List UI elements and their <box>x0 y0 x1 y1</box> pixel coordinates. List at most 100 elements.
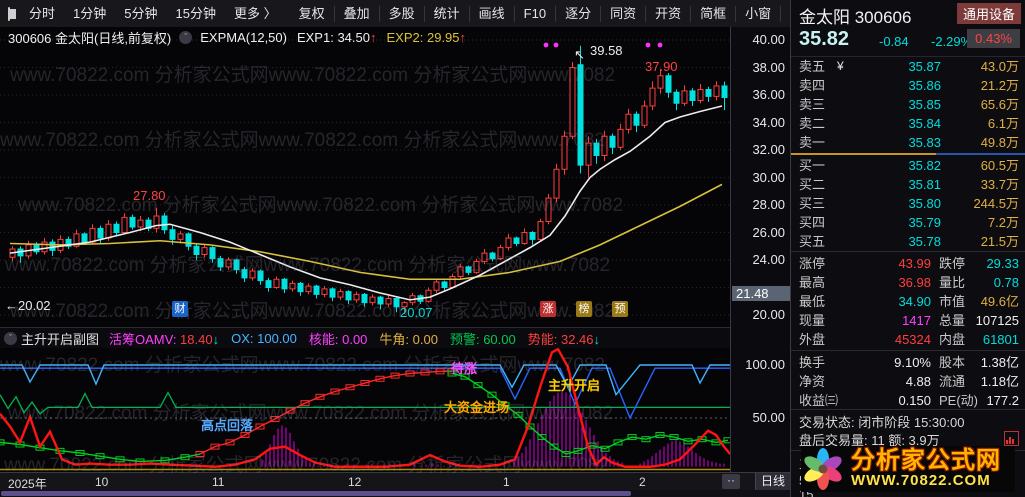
stat-row-2: 最低 34.90 市值 49.6亿 <box>791 292 1025 311</box>
up-arrow-icon: ↑ <box>370 30 377 45</box>
signal-label-0: 待涨 <box>451 361 478 376</box>
menu-tool-5[interactable]: F10 <box>515 1 555 27</box>
indicator-value: 32.46 <box>560 331 594 347</box>
window-icon[interactable] <box>8 6 16 21</box>
more-periods-button[interactable]: ·· <box>722 474 740 489</box>
chevron-down-icon[interactable]: ˇ <box>179 31 193 44</box>
menu-tool-10[interactable]: 小窗 <box>736 1 780 27</box>
indicator-label: 牛角: <box>379 331 413 347</box>
stat-label: 股本 <box>939 355 966 370</box>
ask-row-1[interactable]: 卖一 35.83 49.8万 <box>791 133 1025 152</box>
ask-row-4[interactable]: 卖四 35.86 21.2万 <box>791 76 1025 95</box>
price-change-pct: -2.29% <box>931 34 973 49</box>
bid-row-2[interactable]: 买二 35.81 33.7万 <box>791 175 1025 194</box>
chart-title: 300606 金太阳(日线,前复权) <box>8 31 172 46</box>
ratio-row-0: 换手 9.10% 股本 1.38亿 <box>791 353 1025 372</box>
price-summary-row: 35.82 -0.84 -2.29% 0.43% <box>791 26 1025 57</box>
sub-indicator-item-5: 势能: 32.46↓ <box>528 329 600 348</box>
trade-status: 交易状态: 闭市阶段 15:30:00 <box>799 415 965 430</box>
menu-tool-8[interactable]: 开资 <box>646 1 690 27</box>
stat-label: 市值 <box>939 294 966 309</box>
price-annotation: ↖ <box>574 47 585 62</box>
bid-ask-ratio-bar <box>791 153 1025 155</box>
chart-title-bar: 300606 金太阳(日线,前复权) ˇ EXPMA(12,50) EXP1: … <box>0 27 730 48</box>
indicator-label: 势能: <box>527 331 561 347</box>
menu-item-4[interactable]: 更多 〉 <box>225 1 286 27</box>
down-arrow-icon: ↓ <box>212 331 220 347</box>
quote-panel: 金太阳 300606 通用设备 35.82 -0.84 -2.29% 0.43%… <box>790 0 1025 497</box>
menu-tool-7[interactable]: 同资 <box>601 1 645 27</box>
chart-tag-badge-1[interactable]: 涨 <box>540 301 556 317</box>
sub-indicator-chart[interactable]: 待涨 主升开启 大资金进场 高点回落 <box>0 347 730 472</box>
logo-text: 分析家公式网 <box>851 447 1001 474</box>
level-price: 35.83 <box>908 135 941 150</box>
price-axis-label: 32.00 <box>752 142 785 157</box>
sub-indicator-item-0: 活筹OAMV: 18.40↓ <box>109 329 219 348</box>
signal-label-3: 高点回落 <box>201 418 254 433</box>
indicator-axis-label: 100.00 <box>745 357 785 372</box>
bid-row-4[interactable]: 买四 35.79 7.2万 <box>791 213 1025 232</box>
menu-item-2[interactable]: 5分钟 <box>115 1 166 27</box>
time-axis-label: 12 <box>348 475 362 489</box>
menu-tool-6[interactable]: 逐分 <box>556 1 600 27</box>
ask-row-5[interactable]: 卖五 ¥35.87 43.0万 <box>791 57 1025 76</box>
stat-value: 0.150 <box>898 393 931 408</box>
scrollbar-thumb[interactable] <box>1 491 631 496</box>
menu-tool-2[interactable]: 多股 <box>380 1 424 27</box>
price-axis-label: 20.00 <box>752 307 785 322</box>
ratio-row-2: 收益㈢ 0.150 PE(动) 177.2 <box>791 391 1025 410</box>
bid-row-3[interactable]: 买三 35.80 244.5万 <box>791 194 1025 213</box>
menu-tool-9[interactable]: 简框 <box>691 1 735 27</box>
bid-row-5[interactable]: 买五 35.78 21.5万 <box>791 232 1025 251</box>
level-volume: 49.8万 <box>980 135 1019 150</box>
down-arrow-icon: ↓ <box>593 331 601 347</box>
chart-tag-badge-0[interactable]: 财 <box>172 301 188 317</box>
menu-tool-3[interactable]: 统计 <box>425 1 469 27</box>
level-volume: 21.5万 <box>980 234 1019 249</box>
stat-label: 跌停 <box>939 256 966 271</box>
stat-label: 量比 <box>939 275 966 290</box>
period-daily-button[interactable]: 日线 <box>755 473 790 490</box>
indicator-name: EXPMA(12,50) <box>200 30 287 45</box>
industry-button[interactable]: 通用设备 <box>956 3 1021 24</box>
stat-value: 1.18亿 <box>980 374 1019 389</box>
chart-tag-badge-2[interactable]: 榜 <box>576 301 592 317</box>
level-volume: 43.0万 <box>980 59 1019 74</box>
price-axis-label: 38.00 <box>752 59 785 75</box>
level-price: 35.80 <box>908 196 941 211</box>
level-volume: 33.7万 <box>980 177 1019 192</box>
sub-indicator-item-2: 核能: 0.00 <box>309 329 368 348</box>
menu-tool-1[interactable]: 叠加 <box>335 1 379 27</box>
stat-value: 1417 <box>902 313 931 328</box>
time-axis-label: 1 <box>503 475 510 489</box>
ask-row-2[interactable]: 卖二 35.84 6.1万 <box>791 114 1025 133</box>
chevron-down-icon[interactable]: ˇ <box>4 331 17 345</box>
time-axis-label: 2 <box>639 475 646 489</box>
menu-tool-0[interactable]: 复权 <box>290 1 334 27</box>
price-axis: 40.00 38.00 36.00 34.00 32.00 30.00 28.00 26.00… <box>730 27 791 472</box>
level-price: 35.78 <box>908 234 941 249</box>
analyst-formula-site-logo[interactable]: 分析家公式网 WWW.70822.COM <box>801 446 1015 492</box>
chart-tag-badge-3[interactable]: 预 <box>612 301 628 317</box>
menu-item-0[interactable]: 分时 <box>20 1 64 27</box>
price-annotation: 37.90 <box>645 59 678 74</box>
stock-app-window: 分时1分钟5分钟15分钟更多 〉复权叠加多股统计画线F10逐分同资开资简框小窗标… <box>0 0 1025 497</box>
ratio-row-1: 净资 4.88 流通 1.18亿 <box>791 372 1025 391</box>
menu-tool-4[interactable]: 画线 <box>470 1 514 27</box>
stat-value: 1.38亿 <box>980 355 1019 370</box>
horizontal-scrollbar[interactable] <box>0 490 790 497</box>
up-arrow-icon: ↑ <box>459 30 467 45</box>
ask-row-3[interactable]: 卖三 35.85 65.6万 <box>791 95 1025 114</box>
stat-value: 29.33 <box>986 256 1019 271</box>
bid-row-1[interactable]: 买一 35.82 60.5万 <box>791 156 1025 175</box>
stat-value: 49.6亿 <box>980 294 1019 309</box>
mini-bar-chart-icon[interactable] <box>1004 431 1019 446</box>
indicator-label: 预警: <box>449 331 484 347</box>
level-price: 35.81 <box>908 177 941 192</box>
menu-item-1[interactable]: 1分钟 <box>64 1 115 27</box>
stat-value: 34.90 <box>898 294 931 309</box>
level-volume: 244.5万 <box>973 196 1019 211</box>
price-annotation: 20.07 <box>400 305 433 320</box>
main-candlestick-chart[interactable]: 27.80 ↖ 39.58 37.90 20.07 ←20.02 财涨榜预 <box>0 27 730 327</box>
menu-item-3[interactable]: 15分钟 <box>166 1 224 27</box>
